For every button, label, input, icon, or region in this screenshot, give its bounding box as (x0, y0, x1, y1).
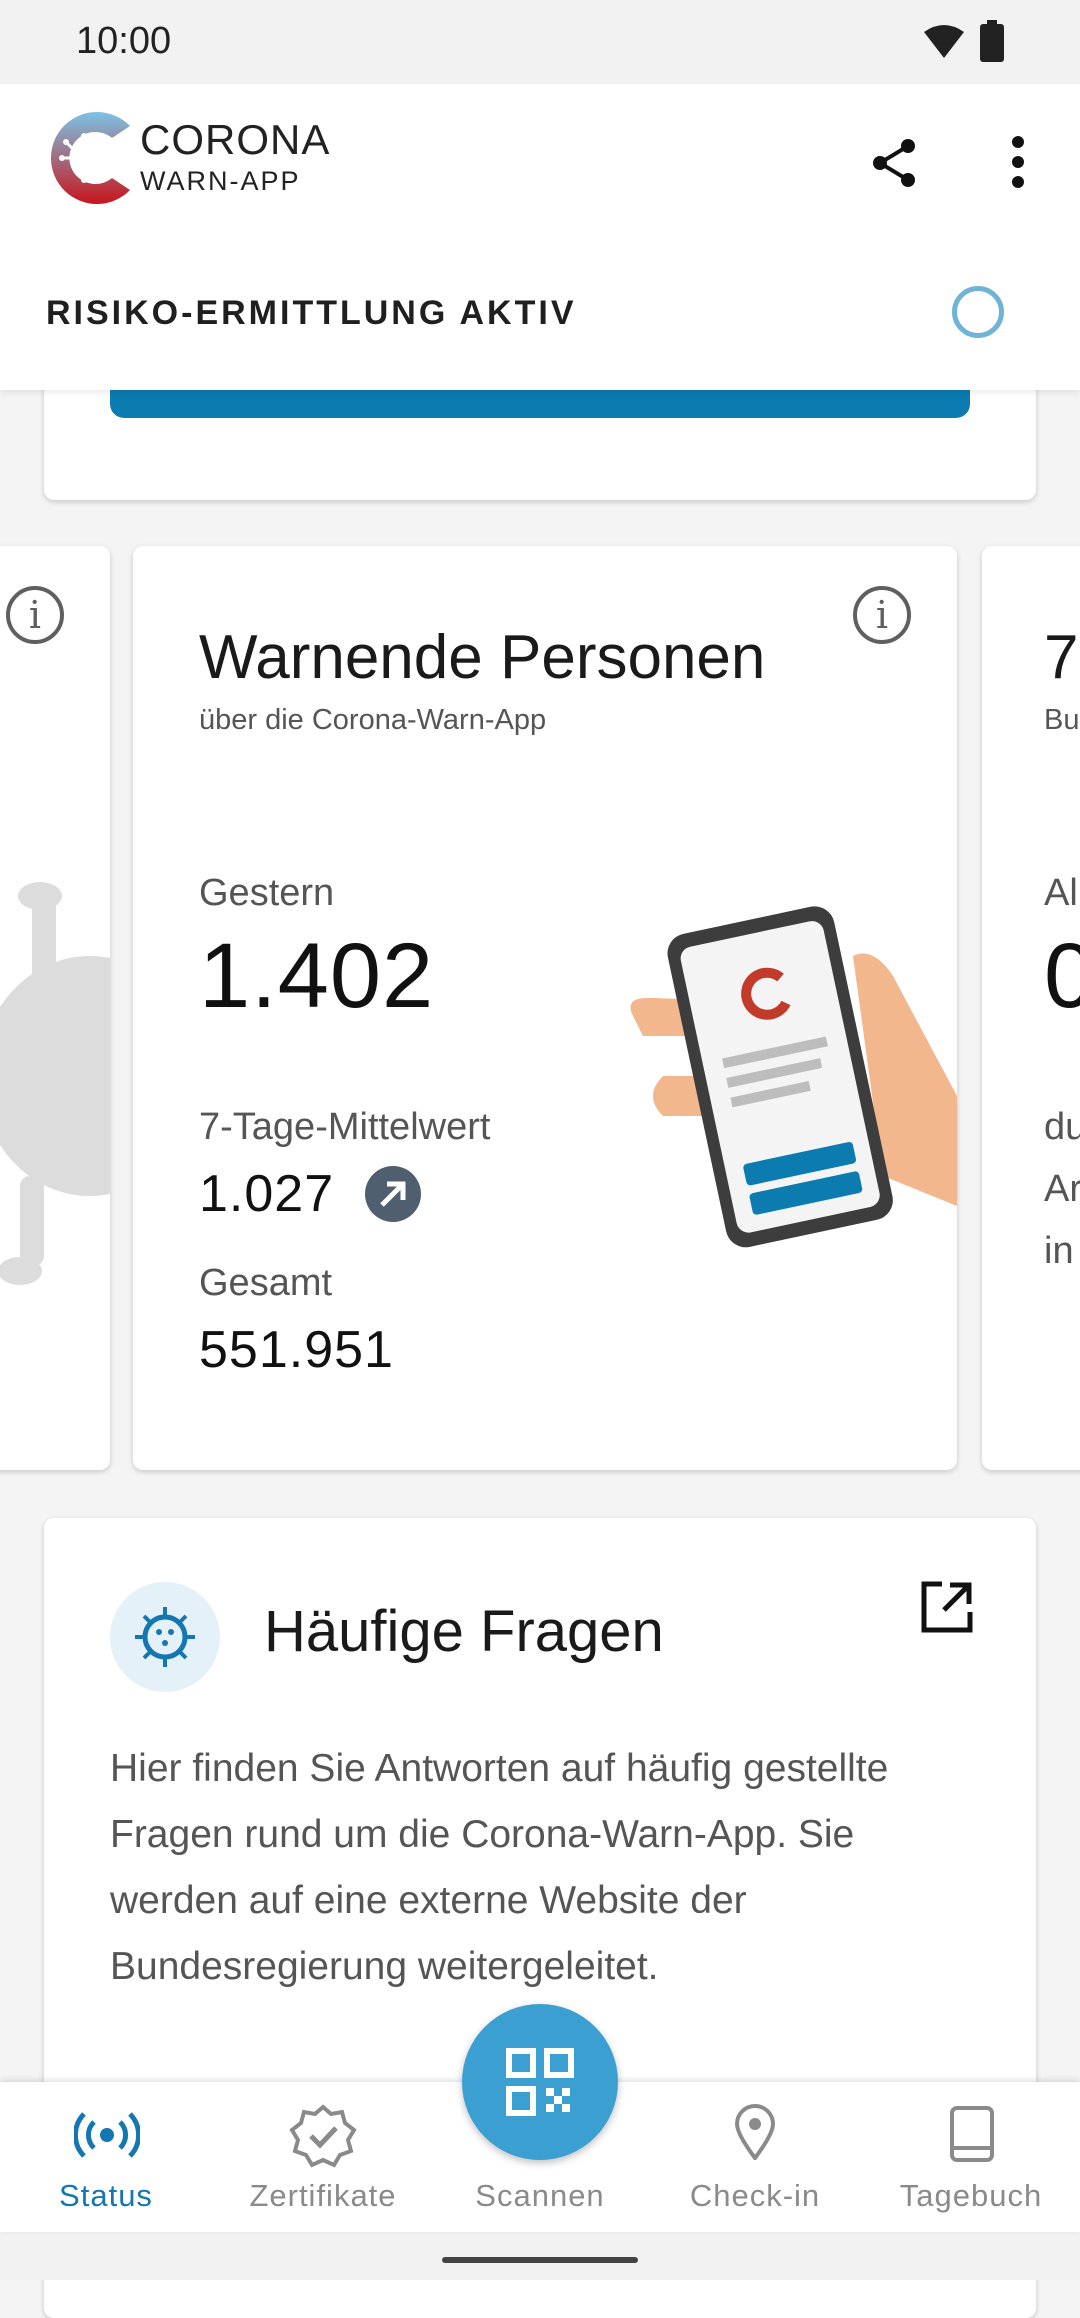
risk-progress-indicator (952, 286, 1004, 338)
next-card-line: Ar (1044, 1168, 1080, 1210)
total-label: Gesamt (199, 1262, 333, 1304)
wifi-icon (924, 25, 964, 58)
nav-status[interactable]: Status (6, 2082, 206, 2232)
nav-status-label: Status (59, 2178, 153, 2213)
nav-checkin-label: Check-in (689, 2178, 821, 2213)
nav-checkin[interactable]: Check-in (655, 2082, 855, 2232)
app-header: CORONA WARN-APP RISIKO-ERMITTLUNG AKTIV (0, 84, 1080, 390)
virus-illustration (0, 882, 110, 1285)
nav-certificates-label: Zertifikate (249, 2178, 397, 2213)
location-pin-icon (735, 2104, 775, 2160)
stat-card-previous[interactable]: i (0, 546, 110, 1470)
next-card-label: Al (1044, 872, 1078, 914)
nav-diary-label: Tagebuch (899, 2178, 1043, 2213)
logo-subtitle: WARN-APP (140, 166, 301, 196)
home-gesture-handle[interactable] (442, 2257, 638, 2263)
qr-code-icon (506, 2048, 574, 2116)
nav-diary[interactable]: Tagebuch (871, 2082, 1071, 2232)
risk-status-label[interactable]: RISIKO-ERMITTLUNG AKTIV (46, 294, 577, 333)
status-bar: 10:00 (0, 0, 1080, 84)
card-title: Warnende Personen (199, 623, 766, 692)
avg-label: 7-Tage-Mittelwert (199, 1106, 491, 1148)
share-icon[interactable] (872, 138, 918, 188)
stat-card-next[interactable]: 7 Bu Al 0 du Ar in (982, 546, 1080, 1470)
nav-scan-label: Scannen (475, 2178, 605, 2213)
virus-icon (110, 1582, 220, 1692)
next-card-title: 7 (1044, 623, 1079, 692)
info-icon[interactable]: i (853, 586, 911, 644)
yesterday-label: Gestern (199, 872, 335, 914)
faq-title: Häufige Fragen (264, 1599, 664, 1664)
status-broadcast-icon (74, 2112, 140, 2158)
risk-card-button[interactable] (110, 386, 970, 418)
battery-icon (980, 20, 1004, 62)
card-subtitle: über die Corona-Warn-App (199, 704, 547, 736)
yesterday-value: 1.402 (199, 925, 435, 1027)
logo-title: CORONA (140, 116, 331, 163)
next-card-line: in (1044, 1230, 1074, 1272)
avg-value: 1.027 (199, 1165, 335, 1223)
overflow-menu-icon[interactable] (1010, 136, 1026, 188)
nav-certificates[interactable]: Zertifikate (223, 2082, 423, 2232)
info-icon[interactable]: i (6, 586, 64, 644)
stat-card-warning-persons[interactable]: i Warnende Personen über die Corona-Warn… (133, 546, 957, 1470)
certificate-badge-icon (289, 2104, 357, 2168)
next-card-line: du (1044, 1106, 1080, 1148)
gesture-area (0, 2232, 1080, 2280)
scan-fab-button[interactable] (462, 2004, 618, 2160)
corona-warn-app-logo (50, 112, 131, 204)
faq-description: Hier finden Sie Antworten auf häufig ges… (110, 1747, 889, 1988)
next-card-subtitle: Bu (1044, 704, 1080, 736)
hand-phone-illustration (630, 906, 957, 1248)
next-card-value: 0 (1044, 925, 1080, 1027)
trend-up-arrow-icon (365, 1166, 421, 1222)
total-value: 551.951 (199, 1321, 394, 1379)
book-icon (950, 2106, 994, 2162)
clock: 10:00 (76, 20, 172, 62)
external-link-icon[interactable] (920, 1580, 974, 1634)
